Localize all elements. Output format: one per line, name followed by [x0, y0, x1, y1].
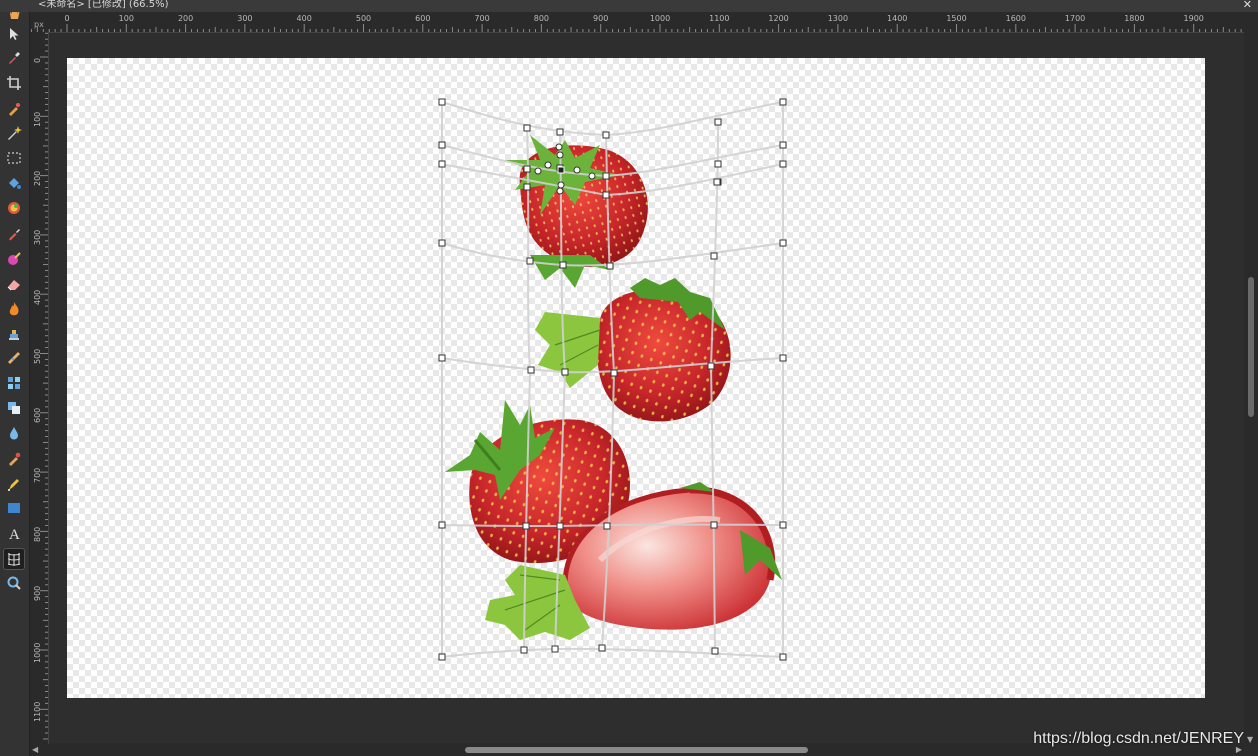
vertical-ruler[interactable]: 0 100 200 300 400 500 600 700 800 900 1000 1100	[30, 32, 49, 744]
vertical-scrollbar[interactable]: ▼	[1244, 12, 1258, 744]
vertical-scroll-thumb[interactable]	[1248, 277, 1254, 417]
horizontal-ruler[interactable]: 0 100 200 300 400 500 600 700 800 900 1000 1100 1200…	[30, 12, 1244, 33]
ruler-top-label: 800	[533, 14, 550, 23]
gradient-tool[interactable]	[3, 197, 25, 219]
horizontal-scroll-thumb[interactable]	[465, 747, 808, 753]
clone-icon	[6, 400, 22, 416]
ruler-top-label: 1000	[649, 14, 671, 23]
ruler-top-label: 1700	[1064, 14, 1086, 23]
color-picker-tool[interactable]	[3, 47, 25, 69]
document-title: <未命名> [已修改] (66.5%)	[38, 0, 169, 10]
blur-tool[interactable]	[3, 422, 25, 444]
ruler-top-label: 600	[415, 14, 431, 23]
drop-icon	[6, 425, 22, 441]
ruler-left-label: 1000	[33, 642, 42, 663]
paint-bucket-icon	[6, 175, 22, 191]
ruler-top-label: 200	[177, 14, 194, 23]
close-document-button[interactable]: ✕	[1243, 0, 1252, 11]
ruler-top-label: 900	[593, 14, 609, 23]
ruler-left-label: 500	[33, 348, 42, 364]
ruler-left-label: 900	[33, 585, 42, 602]
eraser-icon	[6, 276, 22, 292]
pen-icon	[6, 476, 22, 492]
ruler-left-label: 400	[33, 289, 42, 305]
text-tool[interactable]: A	[3, 522, 25, 544]
scroll-down-arrow[interactable]: ▼	[1247, 735, 1253, 744]
move-tool[interactable]	[3, 23, 25, 45]
clone-tool[interactable]	[3, 397, 25, 419]
magic-wand-icon	[6, 125, 22, 141]
gradient-icon	[6, 200, 22, 216]
tools-panel: A	[0, 0, 30, 756]
clone-stamp-tool[interactable]	[3, 322, 25, 344]
ruler-top-label: 300	[237, 14, 253, 23]
dodge-burn-tool[interactable]	[3, 298, 25, 320]
pen-tool[interactable]	[3, 473, 25, 495]
healing-brush-tool[interactable]	[3, 347, 25, 369]
crop-icon	[6, 75, 22, 91]
ruler-left-label: 800	[33, 526, 42, 542]
ruler-top-label: 1200	[768, 14, 789, 23]
ruler-top-label: 1800	[1124, 14, 1145, 23]
ruler-top-label: 400	[296, 14, 312, 23]
rectangle-marquee-tool[interactable]	[3, 147, 25, 169]
smudge-tool[interactable]	[3, 448, 25, 470]
patch-tool[interactable]	[3, 372, 25, 394]
ruler-top-label: 1300	[827, 14, 849, 23]
ruler-left-label: 600	[33, 408, 42, 424]
ruler-top-label: 1600	[1005, 14, 1026, 23]
watermark: https://blog.csdn.net/JENREY	[1033, 730, 1244, 747]
ruler-top-label: 1500	[946, 14, 967, 23]
stamp-icon	[6, 325, 22, 341]
ruler-left-label: 0	[33, 57, 42, 63]
ruler-top-label: 700	[474, 14, 490, 23]
ruler-unit: px	[34, 20, 44, 29]
crop-tool[interactable]	[3, 72, 25, 94]
zoom-tool[interactable]	[3, 572, 25, 594]
canvas-workspace[interactable]	[49, 33, 1244, 743]
marquee-icon	[6, 150, 22, 166]
arrow-pointer-icon	[6, 26, 22, 42]
ruler-top-label: 100	[118, 14, 134, 23]
ruler-top-label: 1400	[887, 14, 908, 23]
flame-icon	[6, 301, 22, 317]
paint-brush-icon	[6, 226, 22, 242]
mesh-warp-icon	[6, 551, 22, 567]
document-tab[interactable]: <未命名> [已修改] (66.5%) ✕	[0, 0, 1258, 12]
scroll-left-arrow[interactable]: ◀	[32, 745, 38, 754]
text-icon: A	[6, 525, 22, 541]
ruler-top-label: 1900	[1183, 14, 1204, 23]
magnifier-icon	[6, 575, 22, 591]
ruler-top-label: 1100	[709, 14, 730, 23]
color-brush-icon	[6, 251, 22, 267]
bandage-icon	[6, 350, 22, 366]
document-canvas[interactable]	[67, 58, 1205, 698]
ruler-left-label: 100	[33, 111, 42, 127]
ruler-left-label: 300	[33, 230, 42, 246]
flood-fill-tool[interactable]	[3, 172, 25, 194]
rectangle-icon	[6, 500, 22, 516]
ruler-top-label: 500	[355, 14, 372, 23]
ruler-top-label: 0	[64, 14, 70, 23]
mesh-warp-tool[interactable]	[3, 548, 25, 570]
selection-brush-icon	[6, 101, 22, 117]
ruler-left-label: 200	[33, 170, 42, 187]
color-replacement-tool[interactable]	[3, 248, 25, 270]
eraser-tool[interactable]	[3, 273, 25, 295]
smudge-icon	[6, 451, 22, 467]
paint-brush-tool[interactable]	[3, 223, 25, 245]
ruler-left-label: 700	[33, 467, 42, 483]
magic-wand-tool[interactable]	[3, 122, 25, 144]
ruler-left-label: 1100	[33, 701, 42, 723]
selection-brush-tool[interactable]	[3, 98, 25, 120]
eyedropper-icon	[6, 50, 22, 66]
svg-text:A: A	[9, 527, 20, 541]
patch-icon	[6, 375, 22, 391]
shape-tool[interactable]	[3, 497, 25, 519]
